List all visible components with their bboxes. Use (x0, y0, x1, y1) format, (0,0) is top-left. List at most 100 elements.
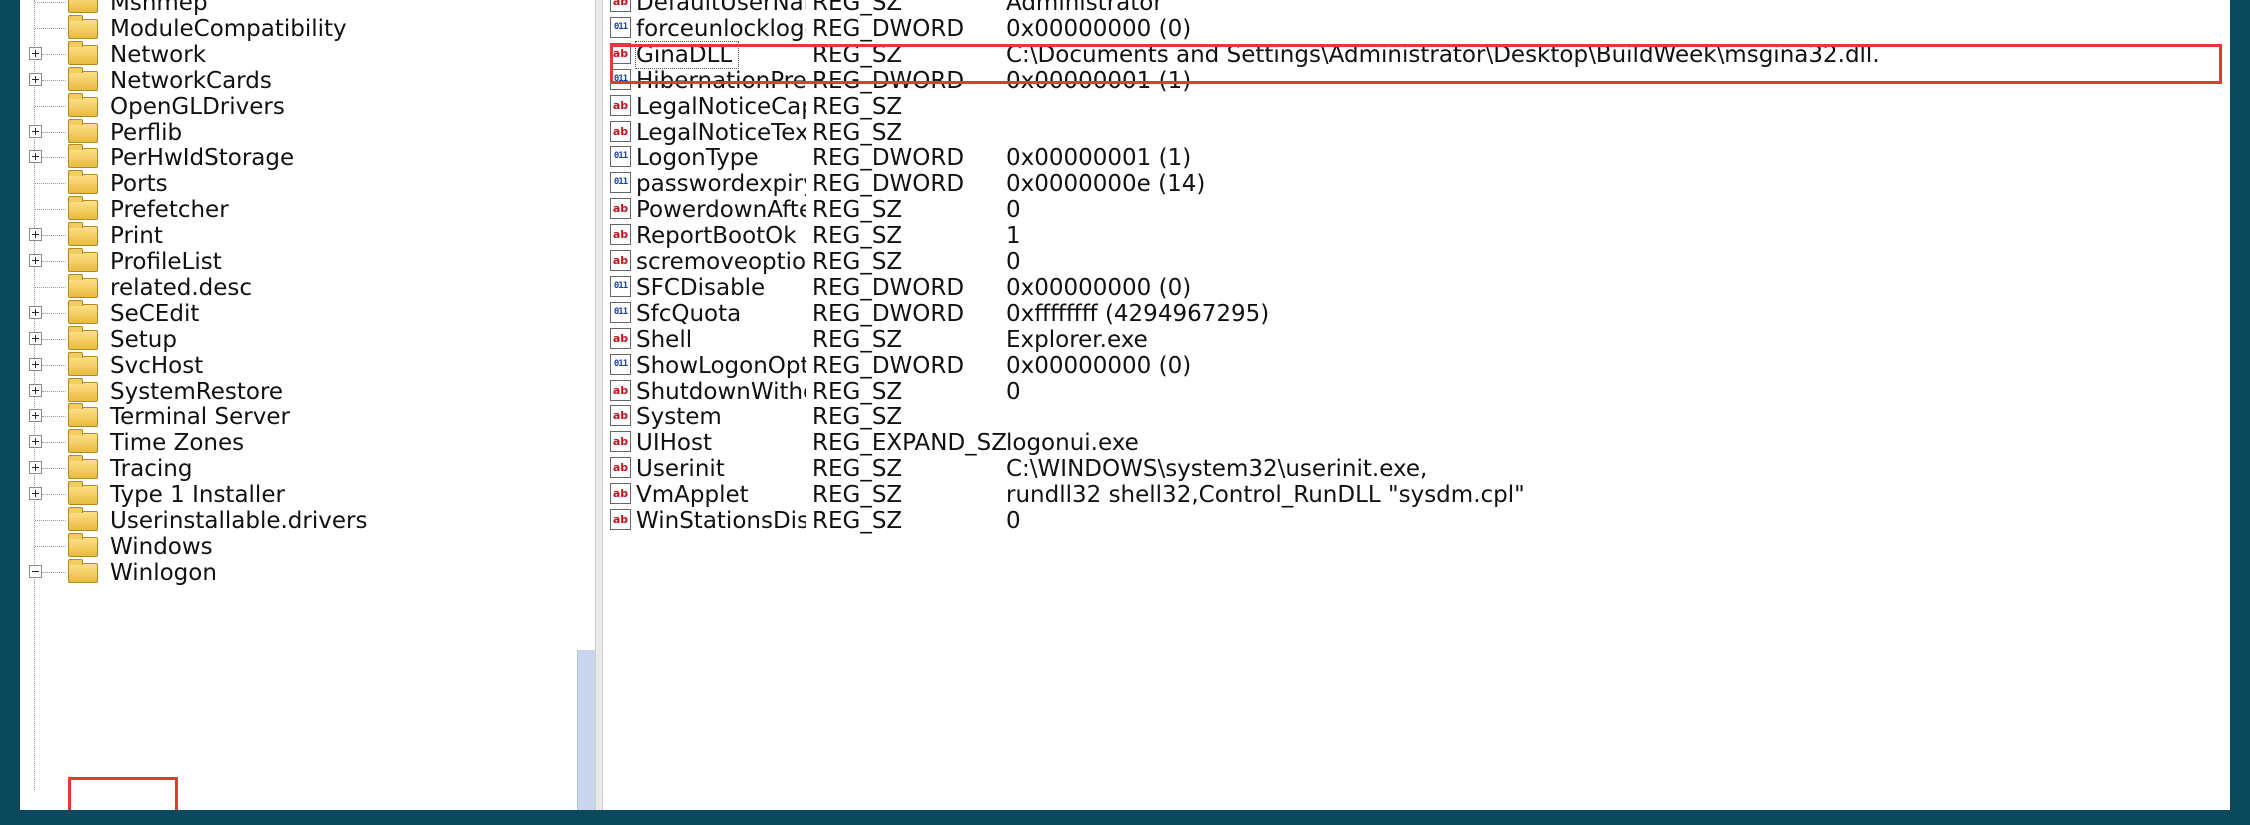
registry-key-tree[interactable]: Mshmep ModuleCompatibility Network NetworkC… (20, 0, 595, 810)
tree-item-label: Type 1 Installer (110, 482, 285, 509)
tree-item-label: Tracing (110, 456, 193, 483)
tree-item-networkcards[interactable]: NetworkCards (20, 66, 580, 94)
tree-connector (35, 520, 66, 521)
expand-plus-icon[interactable] (29, 150, 42, 164)
value-row-scremoveoption[interactable]: ab scremoveoption REG_SZ 0 (602, 249, 2230, 275)
tree-item-mshmep[interactable]: Mshmep (20, 0, 580, 16)
expand-plus-icon[interactable] (29, 72, 42, 86)
value-row-ginadll[interactable]: ab GinaDLL REG_SZ C:\Documents and Settings… (602, 40, 2230, 69)
expand-plus-icon[interactable] (29, 435, 42, 449)
value-type: REG_SZ (812, 508, 903, 534)
value-row-legalnoticecaption[interactable]: abLegalNoticeCaptionREG_SZ (602, 94, 2230, 120)
value-row-sfcdisable[interactable]: 011 SFCDisable REG_DWORD 0x00000000 (0) (602, 275, 2230, 301)
value-name: LogonType (636, 145, 759, 172)
tree-item-print[interactable]: Print (20, 222, 580, 249)
tree-item-time-zones[interactable]: Time Zones (20, 429, 580, 456)
value-data: 1 (1006, 223, 1021, 250)
tree-item-perflib[interactable]: Perflib (20, 118, 580, 146)
value-name: ReportBootOk (636, 223, 797, 250)
folder-icon (68, 558, 98, 583)
tree-item-tracing[interactable]: Tracing (20, 455, 580, 483)
value-row-defaultusername[interactable]: ab DefaultUserName REG_SZ Administrator (602, 0, 2230, 16)
folder-icon (68, 351, 98, 376)
value-row-uihost[interactable]: ab UIHost REG_EXPAND_SZ logonui.exe (602, 430, 2230, 456)
expand-plus-icon[interactable] (29, 409, 42, 423)
folder-icon (68, 455, 98, 480)
expand-plus-icon[interactable] (29, 331, 42, 345)
value-row-powerdownafter[interactable]: abPowerdownAfter...REG_SZ 0 (602, 197, 2230, 223)
folder-icon (68, 0, 98, 13)
value-row-forceunlocklogon[interactable]: 011forceunlocklogonREG_DWORD 0x00000000 (… (602, 16, 2230, 42)
tree-connector (35, 286, 66, 288)
value-name: DefaultUserName (636, 0, 806, 16)
tree-connector (35, 545, 66, 547)
value-type: REG_SZ (812, 119, 903, 146)
collapse-minus-icon[interactable] (29, 564, 42, 578)
tree-item-userinstallable-drivers[interactable]: Userinstallable.drivers (20, 507, 580, 534)
value-row-userinit[interactable]: ab Userinit REG_SZ C:\WINDOWS\system32\user… (602, 456, 2230, 482)
tree-item-secedit[interactable]: SeCEdit (20, 299, 580, 327)
tree-connector (42, 442, 66, 444)
tree-connector (42, 468, 66, 470)
tree-connector (42, 261, 66, 262)
dword-value-icon: 011 (610, 275, 631, 297)
expand-plus-icon[interactable] (29, 228, 42, 242)
value-row-sfcquota[interactable]: 011 SfcQuota REG_DWORD 0xffffffff (42949672… (602, 301, 2230, 327)
expand-plus-icon[interactable] (29, 46, 42, 60)
value-row-vmapplet[interactable]: ab VmApplet REG_SZ rundll32 shell32,Control… (602, 482, 2230, 508)
value-type: REG_EXPAND_SZ (812, 430, 1008, 457)
value-type: REG_DWORD (812, 145, 965, 172)
tree-item-related-desc[interactable]: related.desc (20, 273, 580, 301)
tree-item-modulecompatibility[interactable]: ModuleCompatibility (20, 14, 580, 42)
folder-icon (68, 403, 98, 428)
value-data: Explorer.exe (1006, 326, 1148, 353)
value-row-winstationsdisab[interactable]: abWinStationsDisab...REG_SZ 0 (602, 508, 2230, 534)
tree-item-winlogon[interactable]: Winlogon (20, 558, 580, 586)
value-data: 0x00000001 (1) (1006, 67, 1192, 94)
tree-item-type-1-installer[interactable]: Type 1 Installer (20, 481, 580, 509)
expand-plus-icon[interactable] (29, 487, 42, 501)
tree-item-label: ProfileList (110, 249, 222, 275)
expand-plus-icon[interactable] (29, 357, 42, 371)
tree-item-perhwidstorage[interactable]: PerHwIdStorage (20, 144, 580, 171)
expand-plus-icon[interactable] (29, 254, 42, 267)
tree-item-opengldrivers[interactable]: OpenGLDrivers (20, 92, 580, 120)
value-row-hibernationprevi[interactable]: 011HibernationPrevi...REG_DWORD 0x0000000… (602, 68, 2230, 94)
value-name: Shell (636, 326, 693, 353)
value-row-shutdownwithou[interactable]: abShutdownWithou...REG_SZ 0 (602, 379, 2230, 405)
expand-plus-icon[interactable] (29, 305, 42, 319)
value-name: System (636, 404, 722, 431)
tree-item-profilelist[interactable]: ProfileList (20, 248, 580, 275)
registry-values-list[interactable]: abDefaultUserNameREG_SZAdministrator011f… (602, 0, 2230, 810)
string-value-icon: ab (610, 198, 631, 220)
value-name: ShowLogonOptions (636, 352, 806, 379)
tree-item-label: Perflib (110, 119, 183, 146)
value-type: REG_DWORD (812, 15, 965, 42)
registry-editor-window: Mshmep ModuleCompatibility Network NetworkC… (20, 0, 2230, 810)
tree-item-label: Windows (110, 533, 213, 560)
string-value-icon: ab (610, 431, 631, 453)
value-row-logontype[interactable]: 011 LogonType REG_DWORD 0x00000001 (1) (602, 145, 2230, 171)
value-row-reportbootok[interactable]: ab ReportBootOk REG_SZ 1 (602, 223, 2230, 249)
value-row-passwordexpiryw[interactable]: 011passwordexpiryw...REG_DWORD 0x0000000e… (602, 171, 2230, 197)
tree-item-ports[interactable]: Ports (20, 170, 580, 197)
tree-item-systemrestore[interactable]: SystemRestore (20, 377, 580, 405)
expand-plus-icon[interactable] (29, 124, 42, 138)
tree-item-setup[interactable]: Setup (20, 325, 580, 353)
value-data: Administrator (1006, 0, 1163, 16)
tree-item-windows[interactable]: Windows (20, 532, 580, 560)
tree-item-svchost[interactable]: SvcHost (20, 351, 580, 379)
tree-item-terminal-server[interactable]: Terminal Server (20, 403, 580, 430)
value-row-legalnoticetext[interactable]: ab LegalNoticeText REG_SZ (602, 120, 2230, 146)
tree-item-network[interactable]: Network (20, 40, 580, 68)
value-row-system[interactable]: ab System REG_SZ (602, 404, 2230, 430)
expand-plus-icon[interactable] (29, 461, 42, 475)
folder-icon (68, 196, 98, 221)
value-name: Userinit (636, 456, 725, 483)
expand-plus-icon[interactable] (29, 383, 42, 397)
value-row-shell[interactable]: ab Shell REG_SZ Explorer.exe (602, 327, 2230, 353)
value-row-showlogonoptions[interactable]: 011ShowLogonOptionsREG_DWORD 0x00000000 (… (602, 353, 2230, 379)
string-value-icon: ab (610, 327, 631, 349)
tree-scrollbar[interactable] (577, 650, 595, 810)
tree-item-prefetcher[interactable]: Prefetcher (20, 196, 580, 223)
